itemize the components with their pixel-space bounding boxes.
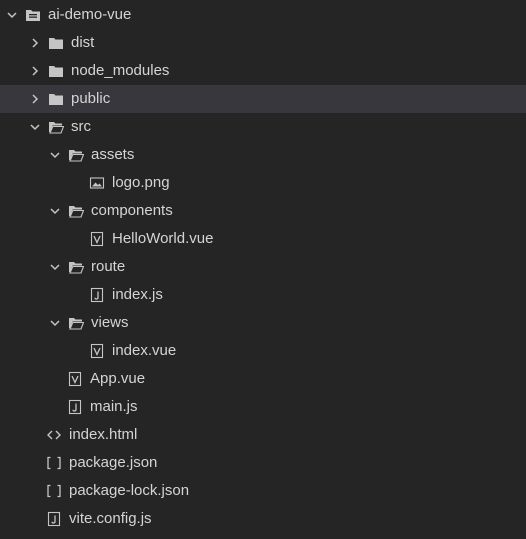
code-brackets-icon	[46, 427, 62, 443]
tree-item-package-lock-json[interactable]: package-lock.json	[0, 477, 526, 505]
tree-item-label: ai-demo-vue	[48, 6, 132, 23]
tree-item-main-js[interactable]: main.js	[0, 393, 526, 421]
tree-item-src[interactable]: src	[0, 113, 526, 141]
tree-item-views[interactable]: views	[0, 309, 526, 337]
tree-item-vite-config-js[interactable]: vite.config.js	[0, 505, 526, 533]
tree-item-label: assets	[91, 146, 135, 163]
tree-item-label: index.vue	[112, 342, 177, 359]
file-explorer-tree: ai-demo-vue dist node_modules public src…	[0, 0, 526, 539]
tree-item-components[interactable]: components	[0, 197, 526, 225]
json-brackets-icon	[46, 483, 62, 499]
chevron-down-icon[interactable]	[49, 261, 61, 273]
tree-item-label: node_modules	[71, 62, 170, 79]
tree-item-label: views	[91, 314, 129, 331]
folder-icon	[48, 35, 64, 51]
tree-item-label: package-lock.json	[69, 482, 190, 499]
tree-item-label: src	[71, 118, 91, 135]
folder-open-icon	[68, 259, 84, 275]
tree-item-logo-png[interactable]: logo.png	[0, 169, 526, 197]
chevron-right-icon[interactable]	[29, 37, 41, 49]
folder-icon	[48, 91, 64, 107]
tree-item-views-index-vue[interactable]: index.vue	[0, 337, 526, 365]
json-brackets-icon	[46, 455, 62, 471]
chevron-right-icon[interactable]	[29, 65, 41, 77]
folder-open-icon	[48, 119, 64, 135]
vue-file-icon	[89, 231, 105, 247]
js-file-icon	[89, 287, 105, 303]
tree-item-package-json[interactable]: package.json	[0, 449, 526, 477]
tree-item-helloworld-vue[interactable]: HelloWorld.vue	[0, 225, 526, 253]
tree-item-app-vue[interactable]: App.vue	[0, 365, 526, 393]
tree-item-label: public	[71, 90, 111, 107]
folder-open-icon	[68, 147, 84, 163]
folder-open-icon	[68, 315, 84, 331]
js-file-icon	[67, 399, 83, 415]
chevron-down-icon[interactable]	[49, 317, 61, 329]
tree-item-label: vite.config.js	[69, 510, 152, 527]
tree-item-label: index.js	[112, 286, 163, 303]
tree-item-label: index.html	[69, 426, 138, 443]
tree-item-node-modules[interactable]: node_modules	[0, 57, 526, 85]
chevron-down-icon[interactable]	[29, 121, 41, 133]
tree-item-dist[interactable]: dist	[0, 29, 526, 57]
tree-item-label: route	[91, 258, 126, 275]
vue-file-icon	[67, 371, 83, 387]
tree-item-label: components	[91, 202, 173, 219]
tree-item-ai-demo-vue[interactable]: ai-demo-vue	[0, 1, 526, 29]
chevron-down-icon[interactable]	[49, 149, 61, 161]
tree-item-assets[interactable]: assets	[0, 141, 526, 169]
folder-open-icon	[68, 203, 84, 219]
js-file-icon	[46, 511, 62, 527]
folder-icon	[48, 63, 64, 79]
tree-item-public[interactable]: public	[0, 85, 526, 113]
chevron-down-icon[interactable]	[49, 205, 61, 217]
tree-item-label: App.vue	[90, 370, 146, 387]
tree-item-label: package.json	[69, 454, 158, 471]
image-file-icon	[89, 175, 105, 191]
tree-item-label: HelloWorld.vue	[112, 230, 214, 247]
chevron-right-icon[interactable]	[29, 93, 41, 105]
tree-item-route-index-js[interactable]: index.js	[0, 281, 526, 309]
tree-item-label: main.js	[90, 398, 138, 415]
project-icon	[25, 7, 41, 23]
tree-item-route[interactable]: route	[0, 253, 526, 281]
tree-item-index-html[interactable]: index.html	[0, 421, 526, 449]
vue-file-icon	[89, 343, 105, 359]
tree-item-label: dist	[71, 34, 95, 51]
tree-item-label: logo.png	[112, 174, 170, 191]
chevron-down-icon[interactable]	[6, 9, 18, 21]
